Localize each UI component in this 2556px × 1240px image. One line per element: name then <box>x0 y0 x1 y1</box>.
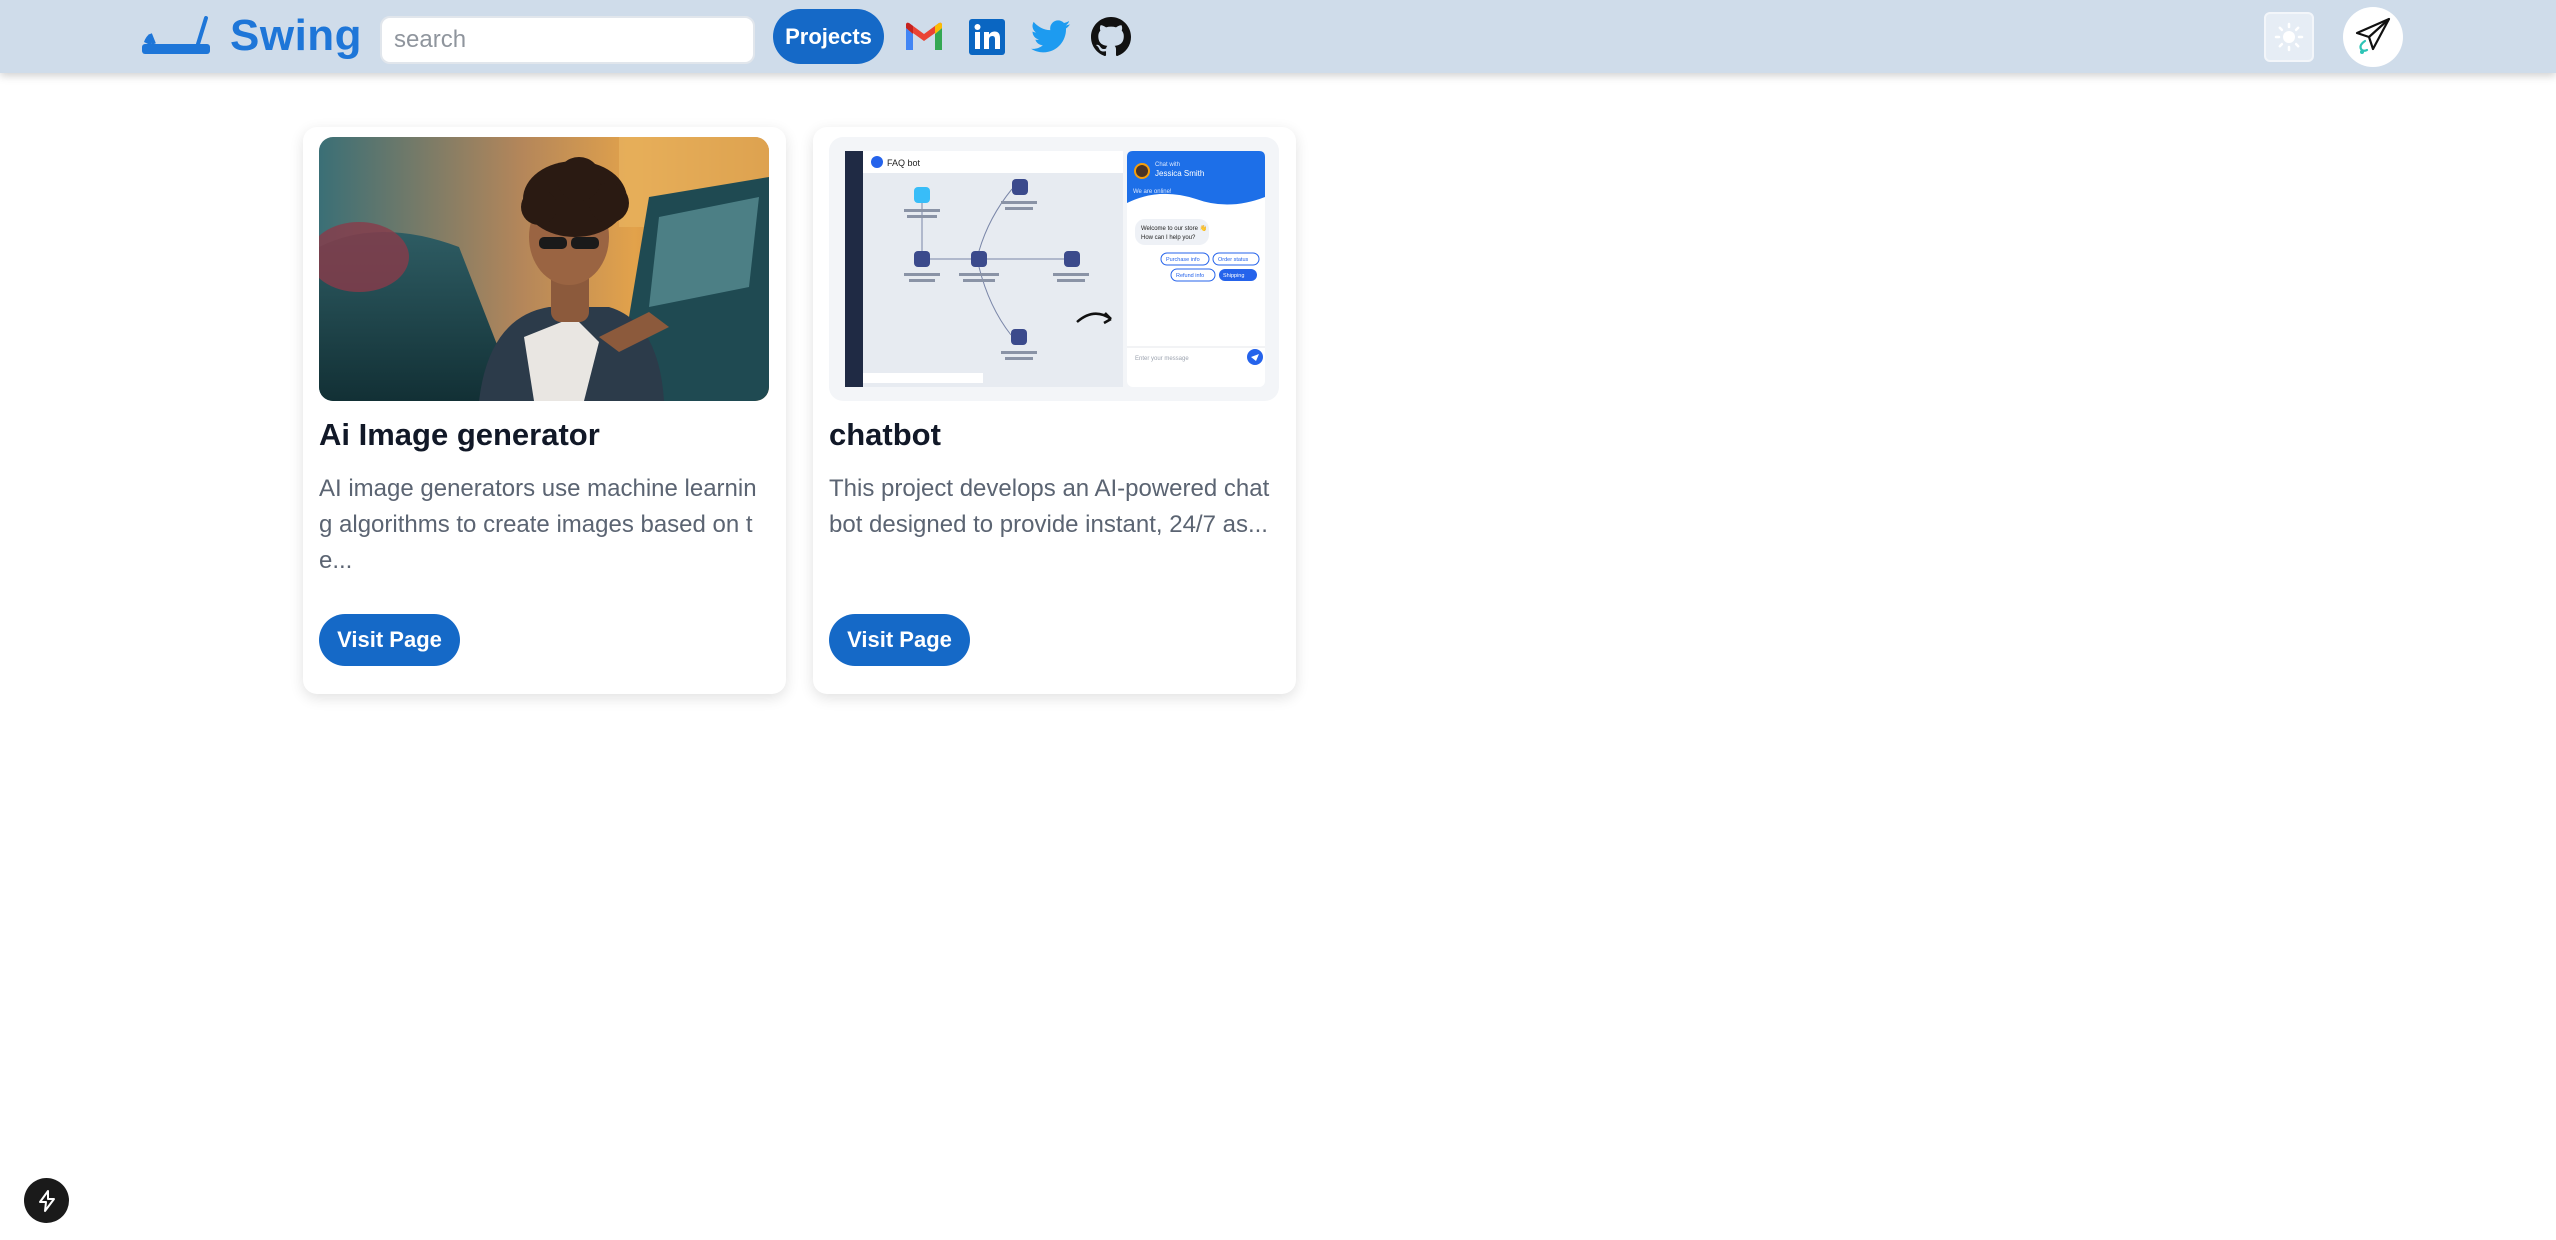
project-description: This project develops an AI-powered chat… <box>829 475 1270 538</box>
gmail-link[interactable] <box>903 16 945 58</box>
project-description: AI image generators use machine learning… <box>319 475 757 574</box>
visit-page-button[interactable]: Visit Page <box>319 614 460 666</box>
linkedin-icon <box>969 19 1005 55</box>
project-card: FAQ bot Chat with Jessica Smith We are o… <box>813 127 1296 694</box>
chat-with-label: Chat with <box>1155 162 1180 168</box>
option-shipping: Shipping <box>1223 273 1244 279</box>
top-navbar: Swing Projects <box>0 0 2556 73</box>
search-input[interactable] <box>380 16 755 64</box>
linkedin-link[interactable] <box>966 16 1008 58</box>
dev-tools-button[interactable] <box>24 1178 69 1223</box>
paper-plane-icon <box>2355 17 2391 54</box>
project-title: Ai Image generator <box>319 417 600 452</box>
projects-button[interactable]: Projects <box>773 9 884 64</box>
project-thumbnail-chatbot[interactable]: FAQ bot Chat with Jessica Smith We are o… <box>829 137 1279 401</box>
greeting-text: Welcome to our store 👋 <box>1141 224 1207 232</box>
visit-page-button[interactable]: Visit Page <box>829 614 970 666</box>
man-in-car-photo <box>319 137 769 401</box>
contact-button[interactable] <box>2343 7 2403 67</box>
greeting-sub: How can I help you? <box>1141 235 1196 241</box>
option-purchase-info: Purchase info <box>1166 257 1200 263</box>
option-refund-info: Refund info <box>1176 273 1204 279</box>
sun-icon <box>2274 22 2304 52</box>
brand-logo[interactable]: Swing <box>140 8 362 64</box>
agent-name: Jessica Smith <box>1155 169 1204 178</box>
chatbot-flow-preview: FAQ bot Chat with Jessica Smith We are o… <box>845 151 1265 387</box>
theme-toggle-button[interactable] <box>2264 12 2314 62</box>
online-status: We are online! <box>1133 189 1172 195</box>
github-link[interactable] <box>1090 16 1132 58</box>
twitter-link[interactable] <box>1030 16 1072 58</box>
twitter-icon <box>1031 20 1071 53</box>
project-card: Ai Image generator AI image generators u… <box>303 127 786 694</box>
github-icon <box>1091 17 1131 57</box>
faq-bot-label: FAQ bot <box>887 158 921 168</box>
gmail-icon <box>906 22 942 50</box>
project-thumbnail-ai-image[interactable] <box>319 137 769 401</box>
brand-name: Swing <box>230 11 363 60</box>
option-order-status: Order status <box>1218 257 1249 263</box>
router-logo-icon <box>142 16 210 54</box>
chat-input-placeholder: Enter your message <box>1135 356 1189 362</box>
project-title: chatbot <box>829 417 941 452</box>
lightning-bolt-icon <box>38 1189 55 1212</box>
